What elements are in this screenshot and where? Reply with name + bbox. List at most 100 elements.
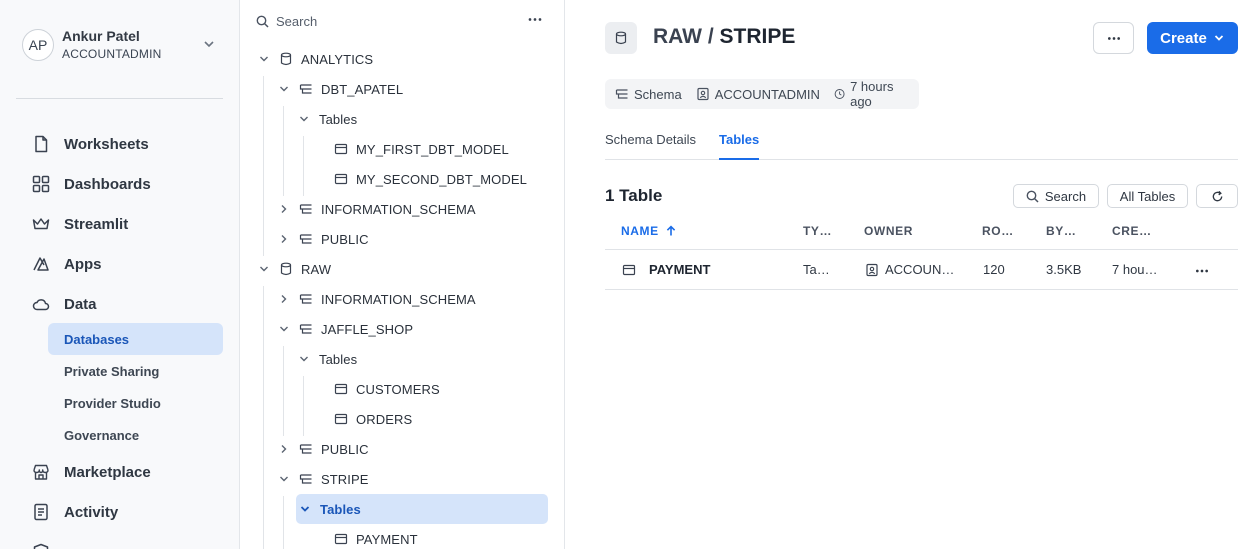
meta-type-label: Schema xyxy=(634,86,682,102)
tree-database-raw[interactable]: RAW xyxy=(258,254,331,284)
schema-icon xyxy=(299,444,312,454)
database-icon xyxy=(280,262,292,276)
table-icon xyxy=(334,413,348,425)
table-row[interactable]: PAYMENT Ta… ACCOUN… 120 3.5KB 7 hou… xyxy=(605,250,1238,290)
col-header-type[interactable]: TY… xyxy=(803,224,832,238)
tree-folder-tables[interactable]: Tables xyxy=(298,104,357,134)
more-actions-button[interactable] xyxy=(1093,22,1134,54)
col-header-name-label: NAME xyxy=(621,224,659,238)
nav-worksheets[interactable]: Worksheets xyxy=(32,132,149,156)
tree-schema-information-schema[interactable]: INFORMATION_SCHEMA xyxy=(278,194,476,224)
table-icon xyxy=(334,173,348,185)
tree-table-orders[interactable]: ORDERS xyxy=(334,404,412,434)
chevron-right-icon xyxy=(281,205,287,213)
nav-admin[interactable] xyxy=(32,540,64,549)
schema-icon xyxy=(299,324,312,334)
chevron-right-icon xyxy=(281,295,287,303)
chevron-down-icon xyxy=(260,266,268,272)
tree-row-label: STRIPE xyxy=(321,471,369,487)
cell-rows: 120 xyxy=(983,262,1005,277)
nav-private-sharing[interactable]: Private Sharing xyxy=(48,355,223,387)
nav-dashboards[interactable]: Dashboards xyxy=(32,172,151,196)
search-icon xyxy=(256,15,269,28)
indent-guide xyxy=(303,376,304,436)
table-search-label: Search xyxy=(1044,188,1087,204)
database-icon xyxy=(615,31,627,45)
tree-schema-public[interactable]: PUBLIC xyxy=(278,224,369,254)
col-header-rows[interactable]: RO… xyxy=(982,224,1014,238)
nav-provider-studio[interactable]: Provider Studio xyxy=(48,387,223,419)
tree-search-placeholder: Search xyxy=(276,13,318,29)
nav-apps-label: Apps xyxy=(64,255,102,273)
tab-tables[interactable]: Tables xyxy=(719,132,760,160)
schema-icon xyxy=(299,84,312,94)
row-actions-button[interactable] xyxy=(1195,264,1209,278)
cell-created: 7 hou… xyxy=(1112,262,1158,277)
tree-row-label: PUBLIC xyxy=(321,441,369,457)
object-explorer: Search ANALYTICS DBT_APATEL Tables MY_FI… xyxy=(240,0,565,549)
cell-name-label: PAYMENT xyxy=(649,262,711,277)
tree-more-button[interactable] xyxy=(526,12,544,26)
col-header-bytes[interactable]: BY… xyxy=(1046,224,1076,238)
meta-time-label: 7 hours ago xyxy=(850,79,894,109)
col-header-owner[interactable]: OWNER xyxy=(864,224,913,238)
page-title: RAW / STRIPE xyxy=(653,25,795,49)
chevron-down-icon xyxy=(280,86,288,92)
refresh-button[interactable] xyxy=(1196,184,1238,208)
col-header-created[interactable]: CRE… xyxy=(1112,224,1152,238)
nav-activity[interactable]: Activity xyxy=(32,500,118,524)
tree-row-label: INFORMATION_SCHEMA xyxy=(321,201,476,217)
nav-streamlit[interactable]: Streamlit xyxy=(32,212,128,236)
tree-search-input[interactable]: Search xyxy=(256,10,516,32)
meta-owner: ACCOUNTADMIN xyxy=(696,87,820,102)
tree-row-label: DBT_APATEL xyxy=(321,81,404,97)
tree-schema-stripe[interactable]: STRIPE xyxy=(278,464,369,494)
create-button[interactable]: Create xyxy=(1147,22,1238,54)
cell-owner-label: ACCOUN… xyxy=(885,262,955,277)
nav-divider xyxy=(16,98,223,99)
nav-data[interactable]: Data xyxy=(32,292,97,316)
tree-folder-tables[interactable]: Tables xyxy=(298,344,357,374)
role-badge-icon xyxy=(697,87,709,101)
all-tables-filter[interactable]: All Tables xyxy=(1107,184,1188,208)
tree-schema-jaffle-shop[interactable]: JAFFLE_SHOP xyxy=(278,314,413,344)
user-menu[interactable]: AP Ankur Patel ACCOUNTADMIN xyxy=(22,24,222,66)
cell-name: PAYMENT xyxy=(622,262,710,277)
tree-row-label: Tables xyxy=(320,501,361,517)
database-icon xyxy=(280,52,292,66)
tree-folder-tables-selected[interactable]: Tables xyxy=(296,494,548,524)
arrow-up-icon xyxy=(666,225,675,236)
nav-governance[interactable]: Governance xyxy=(48,419,223,451)
nav-apps[interactable]: Apps xyxy=(32,252,102,276)
tab-schema-details[interactable]: Schema Details xyxy=(605,132,696,160)
activity-icon xyxy=(34,503,48,521)
tree-database-analytics[interactable]: ANALYTICS xyxy=(258,44,373,74)
tree-table-my-first-dbt-model[interactable]: MY_FIRST_DBT_MODEL xyxy=(334,134,509,164)
nav-worksheets-label: Worksheets xyxy=(64,135,149,153)
chevron-down-icon xyxy=(1214,35,1223,41)
tree-row-label: MY_SECOND_DBT_MODEL xyxy=(356,171,527,187)
tree-table-payment[interactable]: PAYMENT xyxy=(334,524,418,549)
tree-table-my-second-dbt-model[interactable]: MY_SECOND_DBT_MODEL xyxy=(334,164,527,194)
indent-guide xyxy=(283,346,284,436)
shield-icon xyxy=(33,543,49,549)
indent-guide xyxy=(263,286,264,549)
table-icon xyxy=(622,264,636,275)
tree-schema-public[interactable]: PUBLIC xyxy=(278,434,369,464)
table-search-button[interactable]: Search xyxy=(1013,184,1099,208)
tree-schema-dbt-apatel[interactable]: DBT_APATEL xyxy=(278,74,403,104)
tree-row-label: JAFFLE_SHOP xyxy=(321,321,414,337)
nav-marketplace[interactable]: Marketplace xyxy=(32,460,151,484)
tree-row-label: PUBLIC xyxy=(321,231,369,247)
nav-data-label: Data xyxy=(64,295,97,313)
schema-icon xyxy=(299,474,312,484)
tree-table-customers[interactable]: CUSTOMERS xyxy=(334,374,440,404)
col-header-name[interactable]: NAME xyxy=(621,224,677,238)
tree-row-label: ANALYTICS xyxy=(301,51,374,67)
left-nav: AP Ankur Patel ACCOUNTADMIN Worksheets D… xyxy=(0,0,240,549)
tree-schema-information-schema[interactable]: INFORMATION_SCHEMA xyxy=(278,284,476,314)
nav-databases[interactable]: Databases xyxy=(48,323,223,355)
tree-row-label: CUSTOMERS xyxy=(356,381,440,397)
nav-dashboards-label: Dashboards xyxy=(64,175,151,193)
more-horizontal-icon xyxy=(1196,269,1208,273)
